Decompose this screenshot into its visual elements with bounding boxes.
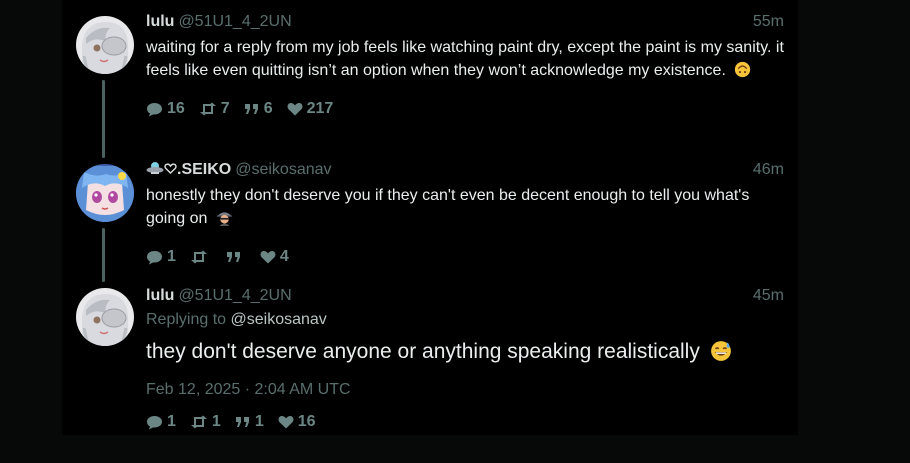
timestamp[interactable]: 46m: [753, 160, 784, 180]
repost-button[interactable]: 1: [190, 413, 221, 431]
grinning-sweat-icon: [710, 340, 732, 370]
reply-button[interactable]: 1: [146, 413, 176, 431]
heart-outline-icon: [164, 161, 177, 181]
quote-icon: [235, 416, 249, 427]
quote-button[interactable]: [226, 251, 246, 264]
heart-icon: [260, 250, 276, 264]
replying-to: Replying to @seikosanav: [146, 311, 327, 328]
post-header: lulu @51U1_4_2UN 45m: [146, 286, 786, 306]
username[interactable]: @51U1_4_2UN: [178, 13, 291, 30]
post-text: they don't deserve anyone or anything sp…: [146, 338, 786, 370]
quote-button[interactable]: 6: [244, 100, 273, 118]
reply-count: 1: [167, 248, 176, 265]
post-text: waiting for a reply from my job feels li…: [146, 36, 786, 85]
avatar[interactable]: [76, 164, 134, 222]
repost-button[interactable]: 7: [199, 100, 230, 118]
like-count: 4: [279, 248, 289, 265]
post-actions: 16 7 6 217: [146, 99, 786, 119]
retweet-icon: [190, 250, 207, 264]
comment-icon: [147, 102, 162, 116]
post-header: lulu @51U1_4_2UN 55m: [146, 12, 786, 32]
username[interactable]: @seikosanav: [235, 161, 331, 178]
post-date[interactable]: Feb 12, 2025 · 2:04 AM UTC: [146, 380, 786, 400]
flying-saucer-icon: [146, 160, 164, 182]
quote-icon: [244, 103, 258, 114]
post-actions: 1 1 1 16: [146, 412, 786, 432]
display-name[interactable]: .SEIKO: [177, 161, 231, 178]
repost-button[interactable]: [190, 250, 212, 264]
post[interactable]: lulu @51U1_4_2UN 55m waiting for a reply …: [146, 12, 786, 119]
post-text: honestly they don't deserve you if they …: [146, 184, 786, 233]
quote-count: 1: [254, 413, 264, 430]
repost-count: 1: [211, 413, 221, 430]
comment-icon: [147, 415, 162, 429]
reply-button[interactable]: 16: [146, 100, 185, 118]
like-button[interactable]: 16: [278, 413, 316, 431]
upside-down-face-icon: [734, 61, 751, 85]
replying-to-link[interactable]: @seikosanav: [231, 311, 327, 328]
post-actions: 1 4: [146, 247, 786, 267]
heart-icon: [287, 102, 303, 116]
timestamp[interactable]: 55m: [753, 12, 784, 32]
post-header: .SEIKO @seikosanav 46m: [146, 160, 786, 180]
reply-count: 1: [167, 413, 176, 430]
avatar[interactable]: [76, 288, 134, 346]
thread-connector: [102, 80, 105, 158]
post[interactable]: .SEIKO @seikosanav 46m honestly they don'…: [146, 160, 786, 267]
retweet-icon: [190, 415, 207, 429]
avatar[interactable]: [76, 16, 134, 74]
reply-button[interactable]: 1: [146, 248, 176, 266]
spy-icon: [216, 209, 233, 233]
main-post[interactable]: lulu @51U1_4_2UN 45m Replying to @seikosa…: [146, 286, 786, 432]
display-name[interactable]: lulu: [146, 13, 174, 30]
quote-button[interactable]: 1: [235, 413, 264, 431]
repost-count: 7: [220, 100, 230, 117]
retweet-icon: [199, 102, 216, 116]
display-name[interactable]: lulu: [146, 287, 174, 304]
reply-count: 16: [167, 100, 185, 117]
like-button[interactable]: 217: [287, 100, 334, 118]
thread-connector: [102, 228, 105, 282]
like-count: 217: [306, 100, 334, 117]
like-count: 16: [297, 413, 316, 430]
quote-icon: [226, 251, 240, 262]
quote-count: 6: [263, 100, 273, 117]
timestamp[interactable]: 45m: [753, 286, 784, 306]
like-button[interactable]: 4: [260, 248, 289, 266]
username[interactable]: @51U1_4_2UN: [178, 287, 291, 304]
heart-icon: [278, 415, 294, 429]
comment-icon: [147, 250, 162, 264]
